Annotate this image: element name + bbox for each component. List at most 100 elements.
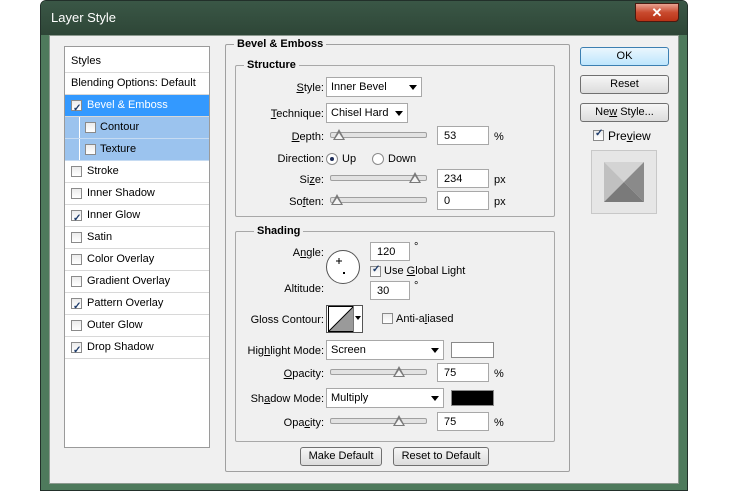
technique-dropdown[interactable]: Chisel Hard [326,103,408,123]
altitude-label: Altitude: [284,283,324,295]
shadow-mode-dropdown[interactable]: Multiply [326,388,444,408]
highlight-opacity-slider[interactable] [330,366,427,377]
depth-label: Depth: [291,131,324,143]
dialog-body: Styles Blending Options: Default Bevel &… [49,35,679,484]
inner-glow-checkbox[interactable] [71,208,82,229]
ok-button[interactable]: OK [580,47,669,66]
style-item-inner-glow[interactable]: Inner Glow [65,205,209,229]
style-item-inner-shadow[interactable]: Inner Shadow [65,183,209,205]
pattern-overlay-checkbox[interactable] [71,296,82,317]
style-item-pattern-overlay[interactable]: Pattern Overlay [65,293,209,317]
inner-shadow-checkbox[interactable] [71,188,82,199]
style-item-satin[interactable]: Satin [65,227,209,249]
angle-input[interactable]: 120 [370,242,410,261]
sub-indent-line [79,117,80,138]
gloss-dropdown-toggle[interactable] [353,306,362,332]
style-item-label: Outer Glow [87,319,143,331]
style-item-bevel-emboss[interactable]: Bevel & Emboss [65,95,209,119]
altitude-input[interactable]: 30 [370,281,410,300]
style-preview [591,150,657,214]
style-item-label: Texture [100,143,137,155]
angle-dial-graphic [336,258,345,274]
reset-to-default-button[interactable]: Reset to Default [393,447,489,466]
stroke-checkbox[interactable] [71,166,82,177]
shadow-color-swatch[interactable] [451,390,494,406]
color-overlay-checkbox[interactable] [71,254,82,265]
shadow-opacity-slider[interactable] [330,415,427,426]
outer-glow-checkbox[interactable] [71,320,82,331]
styles-header: Styles [65,47,209,73]
preview-checkbox[interactable] [593,128,604,141]
texture-checkbox[interactable] [85,144,96,155]
direction-label: Direction: [277,153,324,165]
technique-label: Technique: [270,108,324,120]
gloss-contour-label: Gloss Contour: [250,314,324,326]
structure-group: Structure Style: Inner Bevel Technique: … [235,59,555,217]
depth-slider-thumb[interactable] [333,129,345,140]
shadow-opacity-input[interactable]: 75 [437,412,489,431]
styles-list: Styles Blending Options: Default Bevel &… [64,46,210,448]
anti-aliased-label: Anti-aliased [396,313,454,325]
contour-checkbox[interactable] [85,122,96,133]
bevel-emboss-checkbox[interactable] [71,98,82,119]
make-default-button[interactable]: Make Default [300,447,382,466]
style-item-texture[interactable]: Texture [65,139,209,161]
depth-input[interactable]: 53 [437,126,489,145]
highlight-opacity-slider-thumb[interactable] [393,366,405,377]
depth-slider[interactable] [330,129,427,140]
angle-unit: ° [414,241,419,253]
technique-value: Chisel Hard [331,107,389,119]
style-dropdown[interactable]: Inner Bevel [326,77,422,97]
title-bar[interactable]: Layer Style ✕ [41,1,687,35]
window-title: Layer Style [51,10,117,25]
direction-up-label: Up [342,153,357,165]
gradient-overlay-checkbox[interactable] [71,276,82,287]
close-button[interactable]: ✕ [635,3,679,22]
highlight-mode-label: Highlight Mode: [247,345,324,357]
style-value: Inner Bevel [331,81,387,93]
style-item-color-overlay[interactable]: Color Overlay [65,249,209,271]
style-item-drop-shadow[interactable]: Drop Shadow [65,337,209,361]
anti-aliased-checkbox[interactable] [382,313,393,324]
reset-button[interactable]: Reset [580,75,669,94]
highlight-mode-value: Screen [331,344,366,356]
drop-shadow-checkbox[interactable] [71,340,82,361]
size-input[interactable]: 234 [437,169,489,188]
shadow-opacity-slider-thumb[interactable] [393,415,405,426]
style-item-label: Stroke [87,165,119,177]
shadow-mode-value: Multiply [331,392,369,404]
direction-down-radio[interactable] [372,153,384,165]
direction-up-radio[interactable] [326,153,338,165]
chevron-down-icon [409,85,417,90]
sub-indent-line [79,139,80,160]
soften-slider[interactable] [330,194,427,205]
highlight-opacity-input[interactable]: 75 [437,363,489,382]
highlight-mode-dropdown[interactable]: Screen [326,340,444,360]
style-item-stroke[interactable]: Stroke [65,161,209,183]
size-label: Size: [299,174,324,186]
new-style-button[interactable]: New Style... [580,103,669,122]
blending-options-item[interactable]: Blending Options: Default [65,73,209,95]
style-item-label: Contour [100,121,140,133]
use-global-light-checkbox[interactable] [370,264,381,277]
style-item-contour[interactable]: Contour [65,117,209,139]
style-item-label: Bevel & Emboss [87,99,168,111]
style-item-outer-glow[interactable]: Outer Glow [65,315,209,337]
shadow-opacity-unit: % [494,417,504,429]
soften-input[interactable]: 0 [437,191,489,210]
satin-checkbox[interactable] [71,232,82,243]
gloss-contour-picker[interactable] [326,305,363,333]
soften-slider-thumb[interactable] [331,194,343,205]
style-item-label: Inner Glow [87,209,141,221]
size-slider[interactable] [330,172,427,183]
preview-image [604,162,644,202]
style-item-gradient-overlay[interactable]: Gradient Overlay [65,271,209,293]
size-slider-thumb[interactable] [409,172,421,183]
direction-down-label: Down [388,153,417,165]
use-global-light-label: Use Global Light [384,265,466,277]
highlight-color-swatch[interactable] [451,342,494,358]
angle-dial[interactable] [326,250,360,284]
preview-label: Preview [608,129,651,143]
style-item-label: Color Overlay [87,253,155,265]
shading-group: Shading Angle: 120 ° Use Global Light Al… [235,225,555,442]
